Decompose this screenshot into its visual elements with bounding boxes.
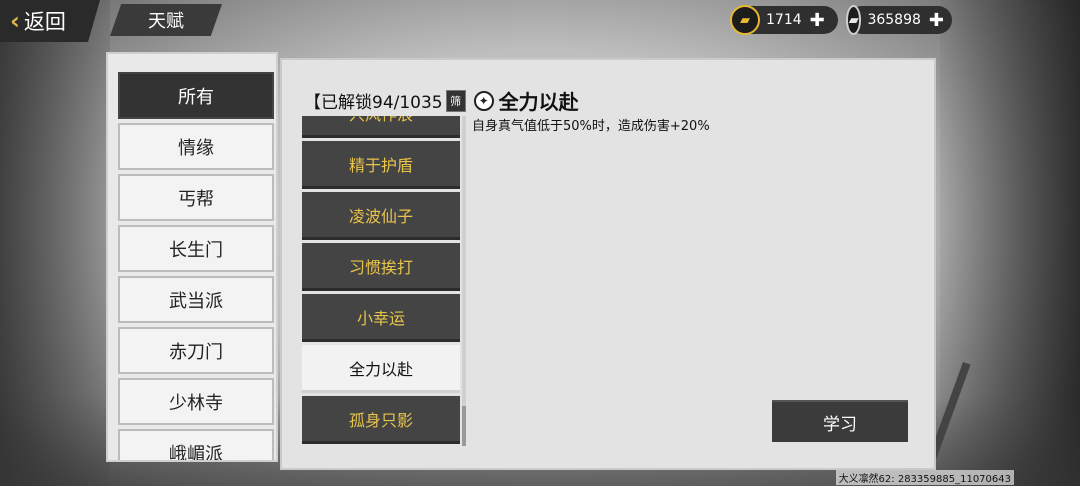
scrollbar-thumb[interactable] [462, 406, 466, 446]
talent-item[interactable]: 凌波仙子 [302, 192, 460, 240]
add-gold-button[interactable]: ✚ [810, 10, 825, 31]
category-item-wudang[interactable]: 武当派 [118, 276, 274, 323]
gold-currency: ▰ 1714 ✚ [730, 5, 838, 35]
back-label: 返回 [23, 10, 66, 34]
silver-value: 365898 [867, 12, 921, 28]
talent-detail-panel: 【已解锁94/1035 筛 ✦ 全力以赴 兴风作浪 精于护盾 凌波仙子 习惯挨打… [280, 58, 936, 470]
talent-list-scrollbar[interactable] [462, 116, 466, 446]
silver-ingot-icon: ▰ [846, 5, 862, 35]
category-item-emei[interactable]: 峨嵋派 [118, 429, 274, 460]
learn-button[interactable]: 学习 [772, 400, 908, 442]
category-item-beggar-sect[interactable]: 丐帮 [118, 174, 274, 221]
talent-list[interactable]: 兴风作浪 精于护盾 凌波仙子 习惯挨打 小幸运 全力以赴 孤身只影 [302, 116, 460, 446]
gold-ingot-icon: ▰ [730, 5, 760, 35]
silver-currency: ▰ 365898 ✚ [846, 5, 952, 35]
category-item-shaolin[interactable]: 少林寺 [118, 378, 274, 425]
chevron-left-icon: ‹ [10, 7, 20, 35]
back-button[interactable]: ‹ 返回 [0, 0, 100, 42]
category-item-all[interactable]: 所有 [118, 72, 274, 119]
talent-item[interactable]: 精于护盾 [302, 141, 460, 189]
player-info: 大义凛然62: 283359885_11070643 [835, 470, 1014, 485]
talent-description: 自身真气值低于50%时，造成伤害+20% [472, 119, 710, 134]
category-list[interactable]: 所有 情缘 丐帮 长生门 武当派 赤刀门 少林寺 峨嵋派 [118, 72, 274, 460]
category-item-romance[interactable]: 情缘 [118, 123, 274, 170]
add-silver-button[interactable]: ✚ [929, 10, 944, 31]
talent-item[interactable]: 孤身只影 [302, 396, 460, 444]
talent-header: 【已解锁94/1035 筛 ✦ 全力以赴 [304, 86, 579, 115]
category-item-changsheng[interactable]: 长生门 [118, 225, 274, 272]
selected-talent-title: 全力以赴 [498, 90, 579, 114]
talent-item[interactable]: 兴风作浪 [302, 116, 460, 138]
category-panel: 所有 情缘 丐帮 长生门 武当派 赤刀门 少林寺 峨嵋派 [106, 52, 278, 462]
talent-item[interactable]: 习惯挨打 [302, 243, 460, 291]
talent-item-selected[interactable]: 全力以赴 [302, 345, 460, 393]
martial-stance-icon: ✦ [473, 90, 494, 111]
page-title: 天赋 [110, 4, 222, 36]
category-item-red-blade[interactable]: 赤刀门 [118, 327, 274, 374]
talent-item[interactable]: 小幸运 [302, 294, 460, 342]
gold-value: 1714 [766, 12, 802, 28]
unlocked-count: 【已解锁94/1035 [304, 93, 443, 113]
filter-button[interactable]: 筛 [445, 89, 466, 112]
